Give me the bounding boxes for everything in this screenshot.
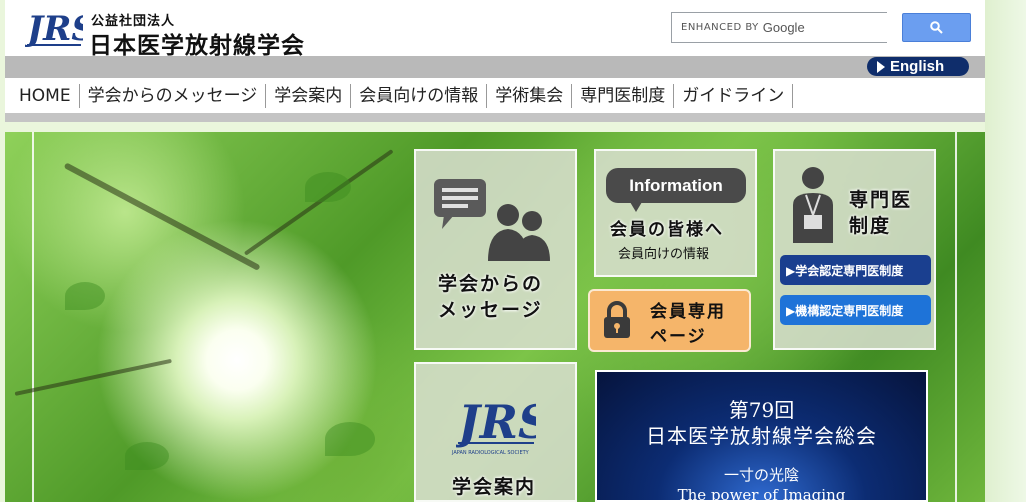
tile-member-info[interactable]: Information 会員の皆様へ 会員向けの情報 bbox=[594, 149, 757, 277]
tile-members-line2: ページ bbox=[650, 327, 707, 347]
tile-about-label: 学会案内 bbox=[452, 476, 537, 498]
svg-text:JRS: JRS bbox=[25, 9, 83, 49]
org-name[interactable]: 日本医学放射線学会 bbox=[89, 26, 305, 60]
svg-text:JRS: JRS bbox=[456, 395, 536, 449]
leaf bbox=[65, 282, 105, 310]
tile-specialist-line1: 専門医 bbox=[849, 189, 913, 211]
search-enhanced-label: ENHANCED BY bbox=[681, 22, 759, 33]
jrs-logo-icon: JRS bbox=[456, 395, 536, 449]
search-input[interactable]: ENHANCED BY Google bbox=[671, 12, 887, 43]
banner-subtitle-english: The power of Imaging bbox=[677, 486, 846, 502]
nav-item-messages[interactable]: 学会からのメッセージ bbox=[80, 83, 267, 108]
lock-icon bbox=[604, 301, 630, 338]
search-button[interactable] bbox=[902, 13, 971, 42]
tile-messages-line1: 学会からの bbox=[438, 273, 544, 295]
tile-messages[interactable]: 学会からの メッセージ bbox=[414, 149, 577, 350]
banner-subtitle: 一寸の光陰 bbox=[723, 466, 799, 484]
nav-item-home[interactable]: HOME bbox=[11, 83, 80, 108]
jrs-logo[interactable]: JRS bbox=[25, 6, 83, 52]
banner-title-line2: 日本医学放射線学会総会 bbox=[646, 424, 877, 448]
search-google-label: Google bbox=[762, 20, 805, 35]
play-triangle-icon bbox=[877, 60, 885, 73]
tree-branch bbox=[63, 162, 261, 271]
chat-people-icon bbox=[434, 179, 550, 261]
tree-branch bbox=[243, 149, 394, 256]
leaf bbox=[125, 442, 169, 470]
leaf bbox=[325, 422, 375, 456]
hero-frame-right bbox=[955, 132, 957, 502]
nav-divider bbox=[5, 113, 985, 122]
tile-about[interactable]: JRS JAPAN RADIOLOGICAL SOCIETY 学会案内 bbox=[414, 362, 577, 502]
tile-member-info-subtitle: 会員向けの情報 bbox=[618, 247, 710, 262]
tile-members-only[interactable]: 会員専用 ページ bbox=[588, 289, 751, 352]
tile-specialist-line2: 制度 bbox=[849, 215, 892, 237]
id-badge-person-icon bbox=[793, 167, 833, 243]
annual-meeting-banner[interactable]: 第79回 日本医学放射線学会総会 一寸の光陰 The power of Imag… bbox=[595, 370, 928, 502]
tree-branch bbox=[14, 358, 172, 396]
search-icon bbox=[930, 21, 943, 34]
tile-messages-line2: メッセージ bbox=[438, 299, 543, 321]
english-button[interactable]: English bbox=[867, 57, 969, 76]
society-specialist-button[interactable]: ▶学会認定専門医制度 bbox=[780, 255, 931, 285]
leaf bbox=[305, 172, 351, 202]
nav-item-specialist[interactable]: 専門医制度 bbox=[572, 83, 675, 108]
english-label: English bbox=[890, 58, 945, 75]
nav-item-member-info[interactable]: 会員向けの情報 bbox=[351, 83, 488, 108]
banner-title-line1: 第79回 bbox=[728, 398, 795, 422]
header-band bbox=[5, 56, 985, 78]
hero-frame-left bbox=[32, 132, 34, 502]
about-logo-caption: JAPAN RADIOLOGICAL SOCIETY bbox=[452, 450, 529, 456]
nav-item-meetings[interactable]: 学術集会 bbox=[487, 83, 573, 108]
tile-members-line1: 会員専用 bbox=[650, 302, 726, 322]
nav-item-guidelines[interactable]: ガイドライン bbox=[674, 83, 794, 108]
tile-specialist[interactable]: 専門医 制度 ▶学会認定専門医制度 ▶機構認定専門医制度 bbox=[773, 149, 936, 350]
main-nav: HOME 学会からのメッセージ 学会案内 会員向けの情報 学術集会 専門医制度 … bbox=[5, 78, 985, 113]
site-header: JRS 公益社団法人 日本医学放射線学会 ENHANCED BY Google bbox=[5, 0, 985, 59]
information-bubble: Information bbox=[606, 168, 746, 212]
tile-member-info-title: 会員の皆様へ bbox=[610, 220, 724, 240]
nav-item-about[interactable]: 学会案内 bbox=[266, 83, 352, 108]
board-specialist-button[interactable]: ▶機構認定専門医制度 bbox=[780, 295, 931, 325]
page-background-right bbox=[985, 0, 1026, 502]
